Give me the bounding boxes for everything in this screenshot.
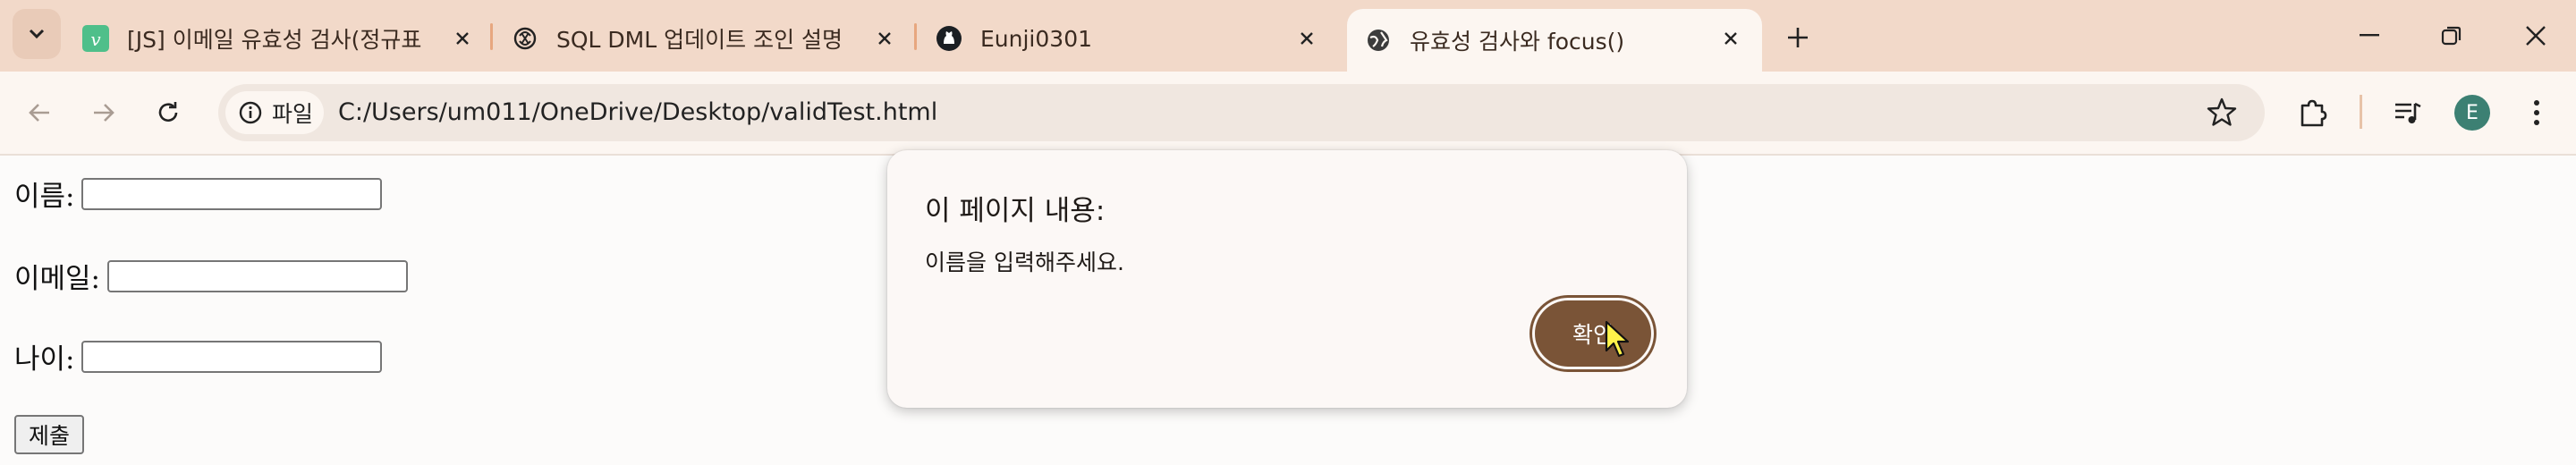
close-icon xyxy=(2526,26,2546,46)
age-input[interactable] xyxy=(81,340,383,373)
tab-email-validation[interactable]: v [JS] 이메일 유효성 검사(정규표 xyxy=(82,9,476,68)
name-row: 이름: xyxy=(14,173,383,214)
chevron-down-icon xyxy=(29,29,45,39)
chatgpt-icon xyxy=(512,25,538,52)
tab-strip: v [JS] 이메일 유효성 검사(정규표 SQL DML 업데이트 조인 설명… xyxy=(0,0,2576,72)
mouse-pointer-icon xyxy=(1605,320,1630,358)
restore-icon xyxy=(2441,26,2462,46)
tab-separator xyxy=(914,23,917,50)
tab-sql-dml[interactable]: SQL DML 업데이트 조인 설명 xyxy=(512,9,898,68)
name-input[interactable] xyxy=(81,177,383,210)
age-row: 나이: xyxy=(14,336,383,376)
plus-icon xyxy=(1788,28,1808,47)
github-icon xyxy=(936,25,962,52)
dialog-title: 이 페이지 내용: xyxy=(925,195,1106,227)
menu-button[interactable] xyxy=(2517,93,2556,132)
age-label: 나이: xyxy=(14,343,75,376)
toolbar-separator xyxy=(2360,95,2362,129)
back-arrow-icon xyxy=(29,104,49,122)
reload-button[interactable] xyxy=(147,91,190,134)
alert-dialog: 이 페이지 내용: 이름을 입력해주세요. 확인 xyxy=(887,150,1687,408)
extensions-button[interactable] xyxy=(2293,93,2333,132)
email-label: 이메일: xyxy=(14,263,101,295)
tab-title: SQL DML 업데이트 조인 설명 xyxy=(556,27,843,53)
back-button[interactable] xyxy=(18,91,61,134)
bookmark-star-icon[interactable] xyxy=(2206,97,2238,129)
svg-text:v: v xyxy=(90,29,101,50)
tab-github[interactable]: Eunji0301 xyxy=(936,9,1320,68)
name-label: 이름: xyxy=(14,181,75,213)
vuepress-v-icon: v xyxy=(82,25,109,52)
email-row: 이메일: xyxy=(14,256,409,296)
close-tab-icon[interactable] xyxy=(449,25,476,52)
url-text[interactable]: C:/Users/um011/OneDrive/Desktop/validTes… xyxy=(338,98,937,126)
tab-title: Eunji0301 xyxy=(980,25,1092,52)
address-bar[interactable]: 파일 C:/Users/um011/OneDrive/Desktop/valid… xyxy=(218,84,2265,141)
site-info-chip[interactable]: 파일 xyxy=(225,91,324,134)
close-tab-icon[interactable] xyxy=(871,25,898,52)
site-info-label: 파일 xyxy=(272,101,314,127)
tab-title: [JS] 이메일 유효성 검사(정규표 xyxy=(127,27,422,53)
close-tab-icon[interactable] xyxy=(1293,25,1320,52)
puzzle-icon xyxy=(2301,99,2327,127)
close-window-button[interactable] xyxy=(2513,18,2558,54)
info-icon xyxy=(239,101,262,124)
globe-icon xyxy=(1365,27,1392,54)
tab-title: 유효성 검사와 focus() xyxy=(1410,29,1625,55)
dialog-message: 이름을 입력해주세요. xyxy=(925,249,1124,275)
tab-separator xyxy=(490,23,493,50)
new-tab-button[interactable] xyxy=(1780,20,1816,55)
kebab-menu-icon xyxy=(2534,100,2539,125)
forward-arrow-icon xyxy=(94,104,114,122)
browser-toolbar: 파일 C:/Users/um011/OneDrive/Desktop/valid… xyxy=(0,72,2576,156)
media-control-button[interactable] xyxy=(2388,93,2428,132)
tab-search-button[interactable] xyxy=(13,9,61,59)
forward-button[interactable] xyxy=(82,91,125,134)
reload-icon xyxy=(158,102,178,122)
tab-validation-focus[interactable]: 유효성 검사와 focus() xyxy=(1347,9,1762,72)
submit-button[interactable]: 제출 xyxy=(14,415,85,454)
minimize-button[interactable] xyxy=(2347,18,2392,54)
close-tab-icon[interactable] xyxy=(1717,25,1744,52)
profile-avatar[interactable]: E xyxy=(2454,95,2490,131)
email-input[interactable] xyxy=(107,259,409,292)
media-queue-icon xyxy=(2395,102,2421,123)
dialog-ok-button[interactable]: 확인 xyxy=(1535,300,1651,367)
restore-button[interactable] xyxy=(2429,18,2474,54)
minimize-icon xyxy=(2360,34,2379,37)
